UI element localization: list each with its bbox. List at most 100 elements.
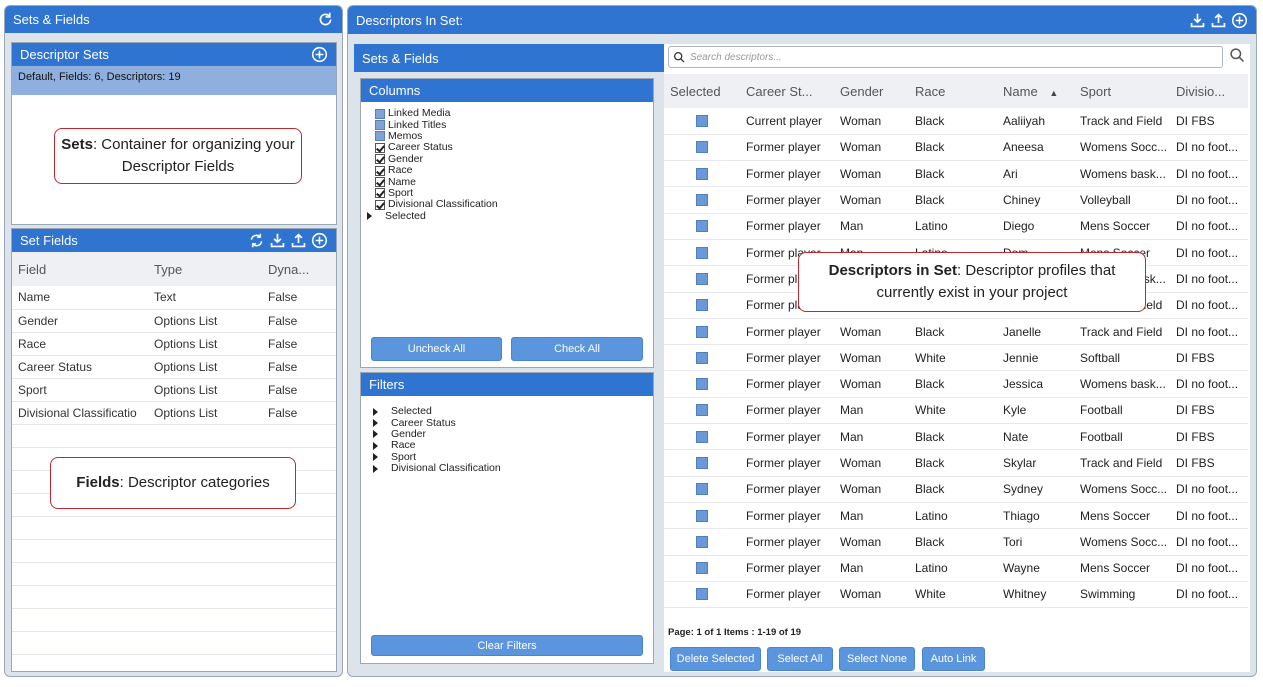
upload-icon[interactable] [1210,12,1227,29]
select-none-button[interactable]: Select None [839,647,915,671]
row-select-checkbox[interactable] [696,404,708,417]
row-select-checkbox[interactable] [696,562,708,575]
table-row[interactable]: Former player Woman Black Janelle Track and … [664,318,1248,346]
descriptor-set-row[interactable]: Default, Fields: 6, Descriptors: 19 [12,66,336,95]
sync-icon[interactable] [248,232,265,249]
refresh-icon[interactable] [317,11,334,28]
column-group-selected[interactable]: Selected [367,210,643,222]
row-select-checkbox[interactable] [696,299,708,312]
uncheck-all-button[interactable]: Uncheck All [371,337,502,361]
column-item-race[interactable]: Race [375,165,643,176]
table-row[interactable]: Gender Options List False [12,309,336,333]
filter-gender[interactable]: Gender [373,428,643,440]
table-row[interactable]: Name Text False [12,286,336,310]
column-header-type[interactable]: Type [148,252,262,286]
checkbox[interactable] [375,131,385,142]
expand-arrow-icon[interactable] [373,441,378,450]
filter-selected[interactable]: Selected [373,406,643,417]
expand-arrow-icon[interactable] [373,419,378,428]
table-row[interactable]: Career Status Options List False [12,355,336,379]
row-select-checkbox[interactable] [696,430,708,443]
expand-arrow-icon[interactable] [373,430,378,439]
row-select-checkbox[interactable] [696,194,708,207]
table-row[interactable]: Race Options List False [12,332,336,356]
search-icon[interactable] [1229,47,1246,64]
table-row[interactable]: Former player Woman White Jennie Softball DI … [664,344,1248,372]
row-select-checkbox[interactable] [696,114,708,127]
column-item-career-status[interactable]: Career Status [375,142,643,153]
clear-filters-button[interactable]: Clear Filters [371,635,643,656]
table-row[interactable]: Former player Man Latino Diego Mens Soccer DI… [664,213,1248,240]
expand-arrow-icon[interactable] [373,464,378,473]
column-item-name[interactable]: Name [375,176,643,188]
table-row[interactable]: Former player Man Latino Thiago Mens Soccer D… [664,502,1248,530]
row-select-checkbox[interactable] [696,535,708,548]
column-item-linked-media[interactable]: Linked Media [375,108,643,119]
table-row[interactable]: Former player Man White Kyle Football DI FBS [664,397,1248,425]
checkbox[interactable] [375,188,385,199]
add-set-icon[interactable] [311,46,328,63]
row-select-checkbox[interactable] [696,509,708,522]
add-field-icon[interactable] [311,232,328,249]
row-select-checkbox[interactable] [696,167,708,180]
search-input[interactable]: Search descriptors... [668,46,1223,68]
upload-icon[interactable] [290,232,307,249]
filter-divisional-classification[interactable]: Divisional Classification [373,463,643,474]
row-select-checkbox[interactable] [696,351,708,364]
table-row[interactable]: Former player Woman Black Sydney Womens Socc… [664,476,1248,503]
table-row[interactable]: Former player Man Latino Wayne Mens Soccer DI… [664,555,1248,582]
table-row[interactable]: Divisional Classificatio Options List Fals… [12,401,336,425]
column-header-sport[interactable]: Sport [1074,74,1170,108]
column-header-field[interactable]: Field [12,252,148,286]
table-row[interactable]: Current player Woman Black Aaliiyah Track an… [664,108,1248,135]
add-descriptor-icon[interactable] [1231,12,1248,29]
row-select-checkbox[interactable] [696,483,708,496]
check-all-button[interactable]: Check All [511,337,643,361]
table-row[interactable]: Sport Options List False [12,378,336,402]
table-row[interactable]: Former player Woman Black Aneesa Womens Socc… [664,134,1248,162]
row-select-checkbox[interactable] [696,246,708,259]
expand-arrow-icon[interactable] [373,407,378,416]
column-header-race[interactable]: Race [909,74,997,108]
table-row[interactable]: Former player Woman Black Ari Womens bask...… [664,160,1248,188]
table-row[interactable]: Former player Woman Black Tori Womens Socc..… [664,528,1248,556]
row-select-checkbox[interactable] [696,325,708,338]
column-item-divisional-classification[interactable]: Divisional Classification [375,199,643,210]
row-select-checkbox[interactable] [696,220,708,233]
checkbox[interactable] [375,199,385,210]
checkbox[interactable] [375,165,385,176]
table-row[interactable]: Former player Woman White Whitney Swimming DI… [664,581,1248,609]
column-header-career-status[interactable]: Career St... [740,74,834,108]
checkbox[interactable] [375,108,385,119]
row-select-checkbox[interactable] [696,378,708,391]
column-header-dynamic[interactable]: Dyna... [262,252,336,286]
table-row[interactable]: Former player Woman Black Skylar Track and F… [664,449,1248,477]
download-icon[interactable] [1189,12,1206,29]
cell-sport: Swimming [1074,581,1170,609]
checkbox[interactable] [375,120,385,131]
checkbox[interactable] [375,142,385,153]
cell-career-status: Current player [740,108,834,135]
expand-arrow-icon[interactable] [367,212,372,221]
auto-link-button[interactable]: Auto Link [922,647,985,671]
filter-race[interactable]: Race [373,440,643,451]
table-row[interactable]: Former player Woman Black Jessica Womens bas… [664,370,1248,398]
row-select-checkbox[interactable] [696,588,708,601]
checkbox[interactable] [375,154,385,165]
expand-arrow-icon[interactable] [373,453,378,462]
cell-race: Latino [909,213,997,240]
checkbox[interactable] [375,177,385,188]
column-header-division[interactable]: Divisio... [1170,74,1248,108]
column-item-gender[interactable]: Gender [375,153,643,165]
row-select-checkbox[interactable] [696,141,708,154]
row-select-checkbox[interactable] [696,457,708,469]
delete-selected-button[interactable]: Delete Selected [670,647,761,671]
row-select-checkbox[interactable] [696,272,708,285]
column-header-name[interactable]: Name ▲ [997,74,1074,108]
select-all-button[interactable]: Select All [767,647,833,671]
column-header-selected[interactable]: Selected [664,74,740,108]
table-row[interactable]: Former player Man Black Nate Football DI FBS [664,423,1248,451]
download-icon[interactable] [269,232,286,249]
column-header-gender[interactable]: Gender [834,74,909,108]
table-row[interactable]: Former player Woman Black Chiney Volleyball D… [664,186,1248,214]
